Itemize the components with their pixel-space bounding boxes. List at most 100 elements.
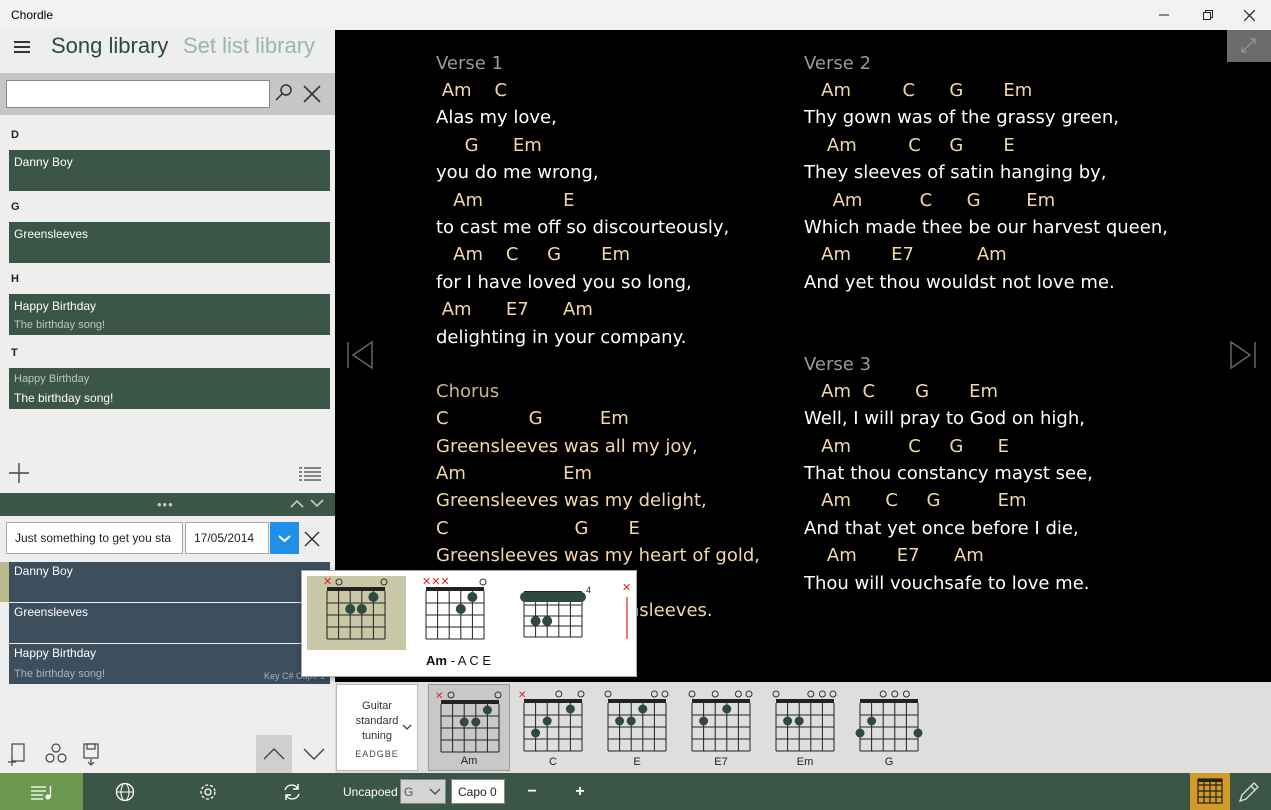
song-item-happy-birthday[interactable]: Happy Birthday The birthday song!: [9, 294, 330, 335]
save-icon[interactable]: [81, 742, 103, 766]
share-icon[interactable]: [45, 742, 67, 766]
chevron-down-icon: [402, 724, 412, 730]
section-title: Verse 2: [804, 53, 872, 74]
restore-icon: [1203, 10, 1213, 20]
capo-increase-button[interactable]: +: [559, 777, 601, 806]
chord-diagram: [604, 690, 669, 752]
chord-name: G: [884, 756, 894, 768]
next-song-icon[interactable]: [1228, 340, 1258, 370]
search-input[interactable]: [6, 80, 270, 108]
chord-diagram-em[interactable]: Em: [764, 684, 846, 771]
song-subtitle: The birthday song!: [14, 319, 106, 331]
edit-pencil-icon[interactable]: [1237, 780, 1261, 804]
online-nav-button[interactable]: [83, 773, 166, 810]
settings-nav-button[interactable]: [166, 773, 249, 810]
panel-splitter[interactable]: •••: [0, 493, 335, 516]
new-set-list-icon[interactable]: [7, 742, 29, 766]
capo-key-select[interactable]: G: [400, 779, 446, 804]
set-list-date-field[interactable]: 17/05/2014: [185, 522, 269, 554]
song-item-danny-boy[interactable]: Danny Boy: [9, 150, 330, 191]
list-view-icon[interactable]: [299, 466, 321, 482]
group-header-h: H: [11, 273, 19, 285]
set-list-item[interactable]: Happy Birthday The birthday song! Key C#…: [9, 644, 330, 684]
lyric-line: to cast me off so discourteously,: [436, 216, 730, 238]
chord-line: Am C G Em: [804, 490, 1027, 512]
lyric-line: Alas my love,: [436, 107, 557, 129]
capo-decrease-button[interactable]: −: [511, 777, 553, 806]
chevron-down-icon: [278, 535, 291, 543]
chord-diagram-am[interactable]: ✕ Am: [428, 684, 510, 771]
hamburger-menu-icon[interactable]: [14, 41, 30, 53]
lyric-line: And that yet once before I die,: [804, 517, 1079, 539]
chord-strip: Guitar standard tuning EADGBE ✕ Am ✕ C E…: [335, 682, 1271, 773]
set-item-title: Happy Birthday: [14, 646, 97, 660]
chord-line: Am C G Em: [436, 244, 630, 266]
song-column-right: Verse 2 Am C G Em Thy gown was of the gr…: [804, 50, 1168, 597]
close-button[interactable]: [1227, 0, 1271, 30]
lyric-line: Greensleeves was my heart of gold,: [436, 545, 760, 567]
chord-name: E: [633, 756, 641, 768]
close-set-list-icon[interactable]: [303, 530, 321, 548]
section-title: Verse 1: [436, 53, 504, 74]
group-header-d: D: [11, 129, 19, 141]
tuning-label: tuning: [362, 730, 392, 742]
chord-line: Am C G Em: [804, 80, 1033, 101]
date-picker-button[interactable]: [270, 522, 299, 554]
capo-key-value: G: [404, 785, 414, 799]
lyric-line: for I have loved you so long,: [436, 271, 692, 293]
lyric-line: you do me wrong,: [436, 162, 599, 184]
capo-bar: Uncapoed G Capo 0 − +: [335, 773, 1271, 810]
maximize-button[interactable]: [1186, 0, 1230, 30]
clear-search-icon[interactable]: [300, 82, 324, 106]
set-list-item[interactable]: Greensleeves Ke: [9, 603, 330, 643]
lyric-line: Which made thee be our harvest queen,: [804, 216, 1168, 238]
chord-diagram-e[interactable]: E: [596, 684, 678, 771]
song-title: The birthday song!: [14, 391, 114, 405]
lyric-line: delighting in your company.: [436, 326, 687, 348]
chevron-down-icon[interactable]: [310, 498, 324, 508]
splitter-grip: •••: [157, 497, 174, 512]
set-list-item[interactable]: Danny Boy Ke: [9, 562, 330, 602]
bottom-nav: [0, 773, 335, 810]
section-title: Verse 3: [804, 353, 872, 375]
add-song-icon[interactable]: [8, 462, 30, 484]
close-icon: [1243, 9, 1255, 21]
set-list-name-input[interactable]: [6, 522, 183, 554]
sync-icon: [283, 783, 300, 800]
chord-diagram-g[interactable]: G: [848, 684, 930, 771]
app-title: Chordle: [11, 8, 54, 22]
chord-line: Am E7 Am: [804, 244, 1007, 266]
minimize-button[interactable]: [1142, 0, 1186, 30]
chord-name: Em: [796, 756, 814, 768]
song-item-the-birthday-song[interactable]: Happy Birthday The birthday song!: [9, 368, 330, 409]
chord-line: C G Em: [436, 408, 629, 430]
chord-diagram-c[interactable]: ✕ C: [512, 684, 594, 771]
lyric-line: They sleeves of satin hanging by,: [804, 162, 1107, 184]
previous-song-icon[interactable]: [345, 340, 375, 370]
move-up-button[interactable]: [256, 735, 292, 773]
lyric-line: Greensleeves was my delight,: [436, 490, 707, 512]
lyric-line: Greensleeves was all my joy,: [436, 435, 698, 457]
tab-set-list-library[interactable]: Set list library: [183, 33, 315, 59]
fullscreen-button[interactable]: [1227, 30, 1271, 62]
chord-line: C G E: [436, 517, 640, 539]
chord-name: C: [549, 756, 557, 768]
chord-grid-button[interactable]: [1190, 773, 1230, 810]
chevron-up-icon[interactable]: [290, 498, 304, 508]
search-icon[interactable]: [273, 82, 295, 104]
library-toolbar: [0, 459, 335, 494]
song-item-greensleeves[interactable]: Greensleeves: [9, 222, 330, 263]
songs-nav-button[interactable]: [0, 773, 83, 810]
tuning-notes: EADGBE: [355, 749, 399, 759]
chord-diagram-e7[interactable]: E7: [680, 684, 762, 771]
move-down-button[interactable]: [296, 735, 332, 773]
set-list-toolbar: [0, 735, 335, 773]
svg-text:✕: ✕: [323, 575, 332, 588]
selected-marker: [0, 562, 9, 602]
chord-line: Am E7 Am: [804, 545, 984, 567]
group-header-g: G: [11, 201, 20, 213]
sync-nav-button[interactable]: [250, 773, 333, 810]
chevron-up-icon: [263, 748, 285, 760]
tuning-selector[interactable]: Guitar standard tuning EADGBE: [336, 684, 418, 771]
tab-song-library[interactable]: Song library: [51, 33, 168, 59]
